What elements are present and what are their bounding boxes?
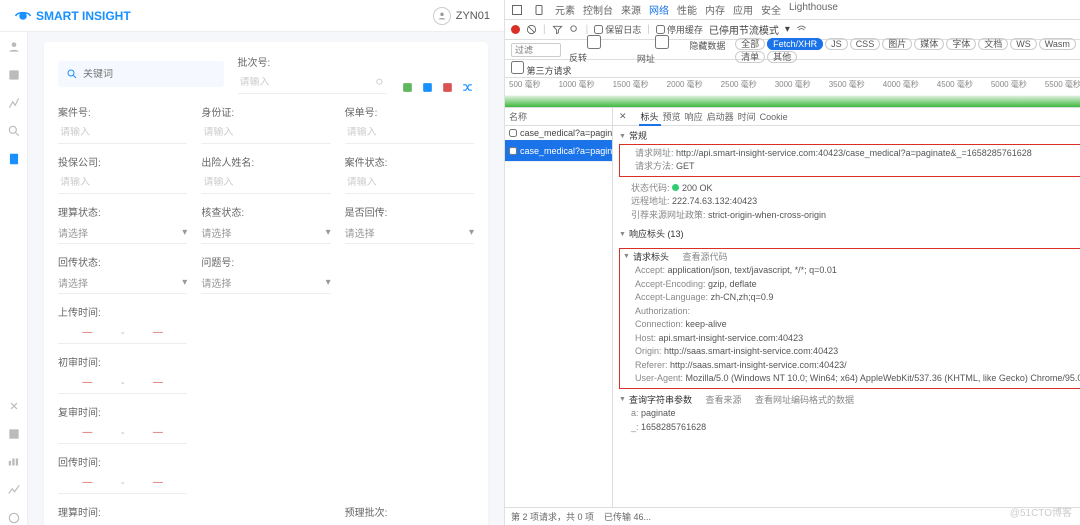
batch-label: 批次号: (238, 54, 388, 69)
batch-input[interactable] (240, 77, 372, 88)
devtools-tab[interactable]: 来源 (621, 2, 641, 17)
search-icon[interactable] (569, 24, 580, 35)
devtools-tab[interactable]: 性能 (677, 2, 697, 17)
chevron-down-icon: ▾ (182, 227, 187, 238)
devtools-tab[interactable]: 元素 (555, 2, 575, 17)
returnstatus-select[interactable]: 请选择▾ (58, 272, 187, 294)
nav-icon-4[interactable] (7, 124, 21, 138)
request-row[interactable]: case_medical?a=paginate&_=1... (505, 126, 612, 140)
filter-input[interactable] (511, 43, 561, 57)
question-select[interactable]: 请选择▾ (201, 272, 330, 294)
action-icon-1[interactable] (401, 81, 414, 94)
timeline[interactable]: 500 毫秒1000 毫秒1500 毫秒2000 毫秒2500 毫秒3000 毫… (505, 78, 1080, 108)
devtools-footer: 第 2 项请求，共 0 项已传输 46... (505, 507, 1080, 525)
inspect-icon[interactable] (511, 4, 523, 16)
nav-icon-7[interactable] (7, 427, 21, 441)
uploadtime-range[interactable]: —-— (58, 322, 187, 344)
action-icon-2[interactable] (421, 81, 434, 94)
casestatus-input[interactable] (347, 177, 479, 188)
user-menu[interactable]: ZYN01 (433, 7, 490, 25)
detail-tab[interactable]: 启动器 (705, 110, 736, 124)
filter-type[interactable]: 媒体 (914, 38, 944, 50)
filter-type[interactable]: 文档 (978, 38, 1008, 50)
filter-type[interactable]: Wasm (1039, 38, 1076, 50)
filter-type[interactable]: JS (825, 38, 848, 50)
devtools-tabs: 元素控制台来源网络性能内存应用安全 Lighthouse (555, 2, 1080, 17)
nav-icon-3[interactable] (7, 96, 21, 110)
detail-tab[interactable]: 预览 (661, 110, 683, 124)
filter-type[interactable]: WS (1010, 38, 1037, 50)
firsttime-range[interactable]: —-— (58, 372, 187, 394)
device-icon[interactable] (533, 4, 545, 16)
clear-icon[interactable] (526, 24, 537, 35)
nav-icon-5[interactable] (7, 152, 21, 166)
devtools-tab[interactable]: 安全 (761, 2, 781, 17)
detail-tab[interactable]: 标头 (639, 110, 661, 126)
devtools-tab[interactable]: Lighthouse (789, 2, 838, 17)
devtools-tab[interactable]: 控制台 (583, 2, 613, 17)
caseno-input[interactable] (60, 127, 192, 138)
filter-type[interactable]: Fetch/XHR (767, 38, 823, 50)
returntime-range[interactable]: —-— (58, 472, 187, 494)
general-group[interactable]: 常规 (619, 130, 1080, 144)
search-icon[interactable] (375, 77, 386, 88)
insco-input[interactable] (60, 177, 192, 188)
idno-input[interactable] (203, 127, 335, 138)
record-icon[interactable] (511, 25, 520, 34)
keyword-search[interactable] (58, 61, 224, 87)
filter-type[interactable]: 图片 (882, 38, 912, 50)
name-column-header[interactable]: 名称 (505, 108, 612, 126)
avatar-icon (433, 7, 451, 25)
shuffle-icon[interactable] (461, 81, 474, 94)
filter-type[interactable]: CSS (850, 38, 881, 50)
devtools-tab[interactable]: 内存 (705, 2, 725, 17)
response-headers-group[interactable]: 响应标头 (13) (619, 228, 1080, 242)
request-row[interactable]: case_medical?a=paginate&_=1... (505, 140, 612, 162)
brand-logo: SMART INSIGHT (14, 7, 131, 25)
nav-icon-2[interactable] (7, 68, 21, 82)
nav-icon-8[interactable] (7, 455, 21, 469)
checkstatus-select[interactable]: 请选择▾ (201, 222, 330, 244)
sidebar (0, 32, 28, 525)
detail-tab[interactable]: 响应 (683, 110, 705, 124)
filter-type[interactable]: 全部 (735, 38, 765, 50)
request-headers-group[interactable]: 请求标头 查看源代码 (623, 251, 1080, 265)
close-detail-icon[interactable]: ✕ (617, 109, 629, 124)
nav-icon-6[interactable] (7, 399, 21, 413)
reviewtime-range[interactable]: —-— (58, 422, 187, 444)
wifi-icon[interactable] (796, 24, 807, 35)
filter-type[interactable]: 字体 (946, 38, 976, 50)
policy-input[interactable] (347, 127, 479, 138)
nav-icon-10[interactable] (7, 511, 21, 525)
returned-select[interactable]: 请选择▾ (345, 222, 474, 244)
devtools-tab[interactable]: 网络 (649, 2, 669, 17)
action-icon-3[interactable] (441, 81, 454, 94)
devtools-tab[interactable]: 应用 (733, 2, 753, 17)
query-params-group[interactable]: 查询字符串参数 查看来源 查看网址编码格式的数据 (619, 394, 1080, 408)
thirdparty-checkbox[interactable]: 第三方请求 (511, 61, 572, 77)
nav-icon-1[interactable] (7, 40, 21, 54)
detail-tab[interactable]: Cookie (758, 110, 790, 124)
watermark: @51CTO博客 (1010, 504, 1072, 519)
filter-icon[interactable] (552, 24, 563, 35)
claimstatus-select[interactable]: 请选择▾ (58, 222, 187, 244)
insured-input[interactable] (203, 177, 335, 188)
detail-tab[interactable]: 时间 (736, 110, 758, 124)
nav-icon-9[interactable] (7, 483, 21, 497)
search-icon (66, 68, 78, 80)
